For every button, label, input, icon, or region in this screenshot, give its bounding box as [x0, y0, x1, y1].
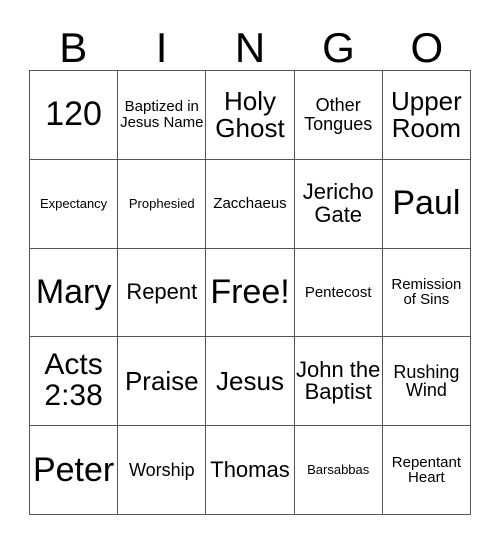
- bingo-cell[interactable]: Upper Room: [382, 71, 471, 160]
- bingo-cell-label: Free!: [210, 272, 290, 311]
- bingo-cell[interactable]: Pentecost: [294, 248, 383, 338]
- bingo-cell-label: Worship: [128, 459, 195, 480]
- bingo-cell-label: Praise: [124, 365, 199, 396]
- bingo-cell-label: Jesus: [216, 365, 284, 396]
- bingo-cell[interactable]: Worship: [118, 426, 207, 515]
- bingo-cell-label: 120: [45, 95, 102, 134]
- bingo-cell[interactable]: Jericho Gate: [294, 159, 383, 249]
- bingo-card: B I N G O 120 Baptized in Jesus Name Hol…: [0, 0, 500, 544]
- bingo-cell-label: Barsabbas: [307, 462, 370, 478]
- bingo-cell[interactable]: Thomas: [206, 426, 295, 515]
- bingo-cell[interactable]: John the Baptist: [294, 337, 383, 427]
- bingo-cell-label: Repent: [126, 279, 198, 305]
- bingo-cell-label: Rushing Wind: [393, 361, 460, 401]
- bingo-cell[interactable]: Paul: [382, 159, 471, 249]
- bingo-cell[interactable]: Other Tongues: [294, 71, 383, 160]
- bingo-cell[interactable]: Expectancy: [30, 159, 119, 249]
- bingo-header-letter-g: G: [322, 24, 355, 71]
- bingo-cell[interactable]: Prophesied: [118, 159, 207, 249]
- bingo-cell[interactable]: Acts 2:38: [30, 337, 119, 427]
- bingo-cell[interactable]: Zacchaeus: [206, 159, 295, 249]
- bingo-cell-label: Repentant Heart: [391, 453, 461, 487]
- bingo-cell[interactable]: Peter: [30, 426, 119, 515]
- bingo-cell-label: Zacchaeus: [213, 194, 287, 212]
- bingo-cell-label: Remission of Sins: [391, 276, 462, 309]
- bingo-cell[interactable]: Jesus: [206, 337, 295, 427]
- bingo-cell-label: John the Baptist: [295, 356, 381, 405]
- bingo-cell-label: Mary: [35, 272, 112, 311]
- bingo-cell-label: Pentecost: [304, 283, 372, 301]
- bingo-cell-label: Other Tongues: [304, 95, 373, 134]
- bingo-header-letter-i: I: [155, 24, 168, 71]
- bingo-header-letter-n: N: [234, 24, 266, 71]
- bingo-cell-label: Peter: [32, 450, 115, 489]
- bingo-cell-label: Jericho Gate: [302, 179, 374, 227]
- bingo-cell-free-space[interactable]: Free!: [206, 248, 295, 338]
- bingo-cell[interactable]: Rushing Wind: [382, 337, 471, 427]
- bingo-cell[interactable]: Baptized in Jesus Name: [118, 71, 207, 160]
- bingo-cell[interactable]: Holy Ghost: [206, 71, 295, 160]
- bingo-cell[interactable]: Repent: [118, 248, 207, 338]
- bingo-cell[interactable]: Barsabbas: [294, 426, 383, 515]
- bingo-header-row: B I N G O: [29, 18, 471, 70]
- bingo-cell[interactable]: Mary: [30, 248, 119, 338]
- bingo-cell[interactable]: Repentant Heart: [382, 426, 471, 515]
- bingo-header-letter-o: O: [410, 24, 444, 71]
- bingo-header-letter-b: B: [59, 24, 88, 71]
- bingo-grid: 120 Baptized in Jesus Name Holy Ghost Ot…: [29, 70, 471, 515]
- bingo-cell[interactable]: Remission of Sins: [382, 248, 471, 338]
- bingo-cell-label: Holy Ghost: [215, 86, 285, 143]
- bingo-cell[interactable]: 120: [30, 71, 119, 160]
- bingo-cell[interactable]: Praise: [118, 337, 207, 427]
- bingo-cell-label: Expectancy: [39, 196, 108, 211]
- bingo-cell-label: Baptized in Jesus Name: [120, 98, 204, 131]
- bingo-cell-label: Paul: [392, 184, 461, 223]
- bingo-cell-label: Prophesied: [128, 196, 195, 211]
- bingo-cell-label: Thomas: [210, 456, 290, 482]
- bingo-cell-label: Upper Room: [390, 86, 462, 143]
- bingo-cell-label: Acts 2:38: [44, 348, 103, 413]
